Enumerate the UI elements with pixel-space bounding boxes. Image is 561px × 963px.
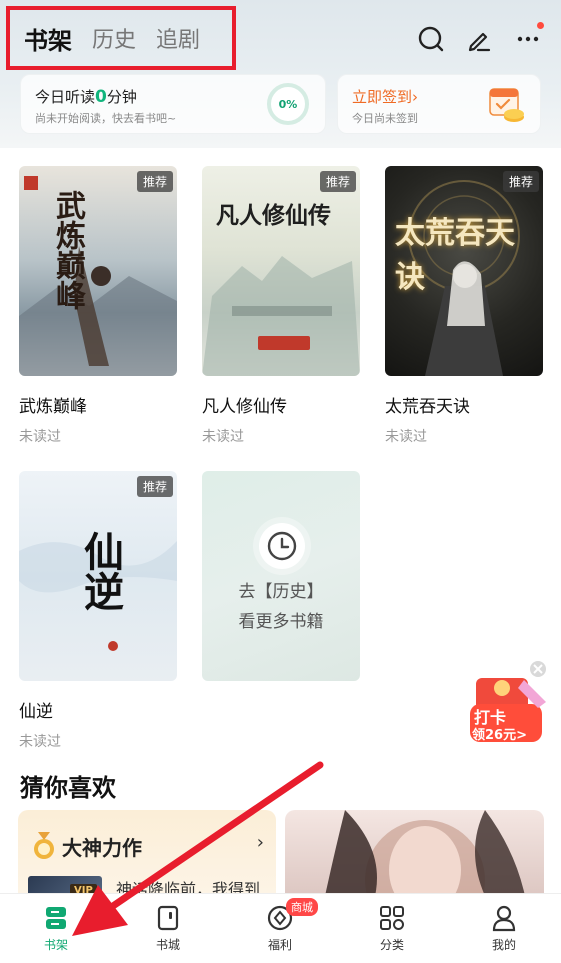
- header: 书架 历史 追剧 今日听读0分钟 尚未开始阅读，快去看书吧~ 0% 立即签到› …: [0, 0, 561, 148]
- tab-bookshelf[interactable]: 书架: [24, 21, 72, 56]
- book-cover[interactable]: 武炼巅峰 推荐: [19, 166, 177, 376]
- nav-bookstore[interactable]: 书城: [128, 904, 208, 953]
- edit-icon[interactable]: [464, 24, 494, 54]
- checkin-promo[interactable]: 打卡 领26元>: [468, 660, 554, 750]
- bottom-nav: 书架 书城 福利 商城 分类 我的: [0, 893, 561, 963]
- progress-ring: 0%: [267, 83, 309, 125]
- cover-title: 仙逆: [77, 531, 124, 611]
- recommend-badge: 推荐: [136, 476, 173, 497]
- listen-minutes: 0: [95, 87, 107, 107]
- book-title[interactable]: 武炼巅峰: [19, 392, 87, 417]
- cover-title: 武炼巅峰: [50, 190, 85, 310]
- master-works-card[interactable]: 大神力作 › VIP 神话降临前，我得到: [18, 810, 276, 896]
- history-line1: 去【历史】: [238, 582, 324, 602]
- history-shortcut-card[interactable]: 去【历史】 看更多书籍: [202, 471, 360, 681]
- master-title: 大神力作: [62, 836, 142, 860]
- nav-label: 福利: [267, 938, 292, 952]
- mall-badge: 商城: [286, 898, 318, 916]
- nav-welfare[interactable]: 福利 商城: [240, 898, 320, 953]
- recommend-badge: 推荐: [319, 171, 356, 192]
- book-title[interactable]: 太荒吞天诀: [385, 392, 470, 417]
- clock-icon: [259, 523, 305, 569]
- nav-mine[interactable]: 我的: [464, 904, 544, 953]
- search-icon[interactable]: [416, 24, 446, 54]
- listen-subtitle: 尚未开始阅读，快去看书吧~: [35, 112, 177, 125]
- medal-icon: [32, 832, 56, 860]
- signin-card[interactable]: 立即签到› 今日尚未签到: [337, 74, 541, 134]
- tab-history[interactable]: 历史: [92, 22, 136, 54]
- bookshelf-icon: [46, 907, 66, 929]
- cover-title: 凡人修仙传: [216, 202, 331, 229]
- portrait-art: [325, 810, 525, 896]
- nav-label: 书架: [43, 938, 68, 952]
- recommend-badge: 推荐: [136, 171, 173, 192]
- tab-drama[interactable]: 追剧: [156, 22, 200, 54]
- nav-category[interactable]: 分类: [352, 904, 432, 953]
- history-line2: 看更多书籍: [238, 612, 324, 632]
- notification-dot: [537, 22, 544, 29]
- calendar-coin-icon: [486, 83, 526, 125]
- book-status: 未读过: [202, 429, 244, 445]
- chevron-right-icon[interactable]: ›: [257, 832, 264, 853]
- bookstore-icon: [157, 905, 179, 931]
- signin-subtitle: 今日尚未签到: [352, 112, 418, 125]
- book-cover[interactable]: 仙逆 推荐: [19, 471, 177, 681]
- book-title[interactable]: 仙逆: [19, 697, 53, 722]
- book-status: 未读过: [19, 429, 61, 445]
- book-status: 未读过: [385, 429, 427, 445]
- nav-label: 我的: [491, 938, 516, 952]
- book-status: 未读过: [19, 734, 61, 750]
- book-title[interactable]: 凡人修仙传: [202, 392, 287, 417]
- book-cover[interactable]: 凡人修仙传 推荐: [202, 166, 360, 376]
- nav-bookshelf[interactable]: 书架: [16, 904, 96, 953]
- user-icon: [492, 905, 516, 932]
- cover-art: [19, 176, 177, 376]
- portrait-recommend-card[interactable]: [285, 810, 544, 896]
- book-cover[interactable]: 太荒吞天诀 推荐: [385, 166, 543, 376]
- top-tabs: 书架 历史 追剧: [6, 6, 236, 70]
- promo-line2: 领26元>: [472, 728, 527, 743]
- nav-label: 书城: [155, 938, 180, 952]
- more-icon[interactable]: [514, 22, 544, 54]
- category-icon: [380, 906, 404, 930]
- section-title: 猜你喜欢: [20, 774, 116, 802]
- recommend-badge: 推荐: [502, 171, 539, 192]
- signin-title: 立即签到›: [352, 88, 419, 106]
- nav-label: 分类: [379, 938, 404, 952]
- cover-title: 太荒吞天诀: [395, 216, 515, 295]
- listen-stats-card[interactable]: 今日听读0分钟 尚未开始阅读，快去看书吧~ 0%: [20, 74, 326, 134]
- listen-title: 今日听读0分钟: [35, 87, 137, 107]
